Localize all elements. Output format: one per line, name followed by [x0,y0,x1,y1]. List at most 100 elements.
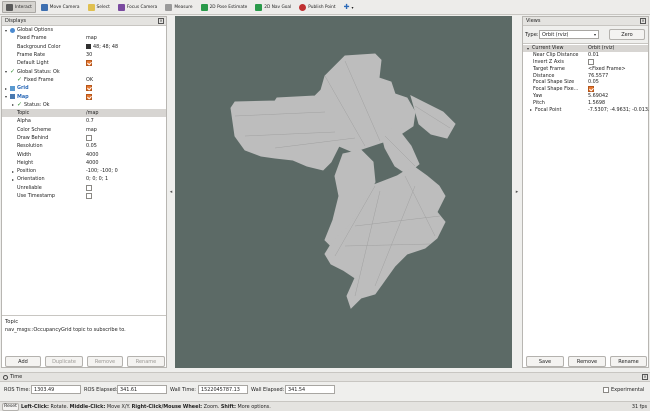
view-row-label: Focal Point [535,106,562,113]
display-row[interactable]: Resolution 0.05 [2,142,166,150]
view-row-value[interactable]: 1.5698 [588,100,605,106]
display-row-value-group: 4000 [86,152,98,158]
close-icon[interactable]: × [642,374,648,380]
display-row[interactable]: ✓ Fixed Frame OK [2,76,166,84]
display-row[interactable]: ▾ Map [2,92,166,100]
view-row[interactable]: Distance 76.5577 [523,72,648,79]
displays-title-bar: Displays × [2,17,166,26]
view-row[interactable]: ▾ Current View Orbit (rviz) [523,45,648,52]
tool-label: Measure [174,4,193,10]
display-row[interactable]: ▾ ✓ Global Status: Ok [2,67,166,75]
view-row-value[interactable]: Orbit (rviz) [588,45,614,51]
view-row-value[interactable]: 5.69042 [588,93,608,99]
display-row-value[interactable]: map [86,35,97,41]
right-splitter-handle[interactable]: ▸ [514,16,520,368]
save-view-button[interactable]: Save [526,356,564,367]
view-row[interactable]: Near Clip Distance 0.01 [523,52,648,59]
display-checkbox[interactable] [86,85,92,92]
display-row-value[interactable]: -100; -100; 0 [86,168,118,174]
display-row-value[interactable]: /map [86,110,99,116]
remove-view-button[interactable]: Remove [568,356,606,367]
wall-time-field[interactable]: 1522045787.13 [198,385,248,394]
experimental-checkbox[interactable] [603,387,609,393]
display-row[interactable]: Topic/map [2,108,166,118]
display-row-value[interactable]: 4000 [86,152,98,158]
display-checkbox[interactable] [86,93,92,100]
display-checkbox[interactable] [86,135,92,141]
rename-button[interactable]: Rename [127,356,165,367]
remove-button[interactable]: Remove [87,356,123,367]
zero-button[interactable]: Zero [609,29,645,40]
reset-button[interactable]: Reset [2,402,19,411]
view-row-value[interactable]: 76.5577 [588,73,608,79]
display-row-label: Unreliable [17,184,42,191]
display-row[interactable]: Height 4000 [2,159,166,167]
display-row[interactable]: Frame Rate 30 [2,51,166,59]
left-splitter-handle[interactable]: ◂ [168,16,174,368]
display-row[interactable]: ▸ Position -100; -100; 0 [2,167,166,175]
display-row[interactable]: Width 4000 [2,150,166,158]
color-swatch[interactable] [86,44,91,50]
view-row-value[interactable]: -7.5307; -4.9631; -0.013... [588,107,650,113]
display-row[interactable]: Fixed Frame map [2,34,166,42]
display-row-value[interactable]: 48; 48; 48 [93,44,118,50]
view-checkbox[interactable] [588,86,594,93]
display-row-value[interactable]: map [86,127,97,133]
display-row[interactable]: Alpha 0.7 [2,117,166,125]
display-checkbox[interactable] [86,184,92,191]
row-label-group: Unreliable [12,185,42,191]
display-row[interactable]: Unreliable [2,184,166,192]
view-row[interactable]: Pitch 1.5698 [523,99,648,106]
view-row[interactable]: Focal Shape Fixe... [523,86,648,93]
view-row[interactable]: Focal Shape Size 0.05 [523,79,648,86]
view-checkbox[interactable] [588,58,594,65]
display-row[interactable]: Draw Behind [2,134,166,142]
view-row[interactable]: Yaw 5.69042 [523,93,648,100]
display-row[interactable]: Color Scheme map [2,126,166,134]
close-icon[interactable]: × [158,18,164,24]
display-row[interactable]: Default Light [2,59,166,67]
tool-select[interactable]: Select [85,1,113,13]
tool-publish-point[interactable]: Publish Point [296,1,338,13]
display-checkbox[interactable] [86,193,92,200]
tool-interact[interactable]: Interact [2,1,36,13]
display-row-value[interactable]: 30 [86,52,92,58]
view-row-value[interactable]: 0.01 [588,52,599,58]
display-row[interactable]: ▸ ✓ Status: Ok [2,101,166,109]
display-row[interactable]: ▸ Orientation 0; 0; 0; 1 [2,175,166,183]
display-row-value[interactable]: OK [86,77,93,83]
display-row-value[interactable]: 0.05 [86,143,97,149]
display-row-value[interactable]: 4000 [86,160,98,166]
ros-elapsed-field[interactable]: 341.61 [117,385,167,394]
display-row[interactable]: ▸ Grid [2,84,166,92]
add-button[interactable]: Add [5,356,41,367]
type-label: Type: [525,32,539,38]
view-row[interactable]: ▸ Focal Point -7.5307; -4.9631; -0.013... [523,106,650,113]
view-row[interactable]: Invert Z Axis [523,58,648,66]
display-row[interactable]: Use Timestamp [2,192,166,200]
ros-time-field[interactable]: 1303.49 [31,385,81,394]
render-viewport[interactable] [175,16,512,368]
tool-focus-camera[interactable]: Focus Camera [115,1,161,13]
display-row-value-group [86,93,92,100]
tool-move-camera[interactable]: Move Camera [38,1,83,13]
add-tool-button[interactable]: ✚ ▾ [341,1,357,13]
display-row-value[interactable]: 0; 0; 0; 1 [86,176,108,182]
view-type-select[interactable]: Orbit (rviz) ▾ [539,30,599,39]
tool-2d-nav-goal[interactable]: 2D Nav Goal [252,1,294,13]
pose-estimate-icon [200,3,208,11]
display-checkbox[interactable] [86,60,92,67]
display-row[interactable]: Background Color 48; 48; 48 [2,43,166,51]
close-icon[interactable]: × [640,18,646,24]
view-row[interactable]: Target Frame <Fixed Frame> [523,65,648,72]
tool-measure[interactable]: Measure [162,1,195,13]
display-row-value[interactable]: 0.7 [86,118,94,124]
ros-time-label: ROS Time: [4,387,31,393]
view-row-value[interactable]: <Fixed Frame> [588,66,626,72]
display-row[interactable]: ▾ Global Options [2,26,166,34]
rename-view-button[interactable]: Rename [610,356,647,367]
view-row-value[interactable]: 0.05 [588,79,599,85]
wall-elapsed-field[interactable]: 341.54 [285,385,335,394]
duplicate-button[interactable]: Duplicate [45,356,83,367]
tool-2d-pose-estimate[interactable]: 2D Pose Estimate [198,1,251,13]
